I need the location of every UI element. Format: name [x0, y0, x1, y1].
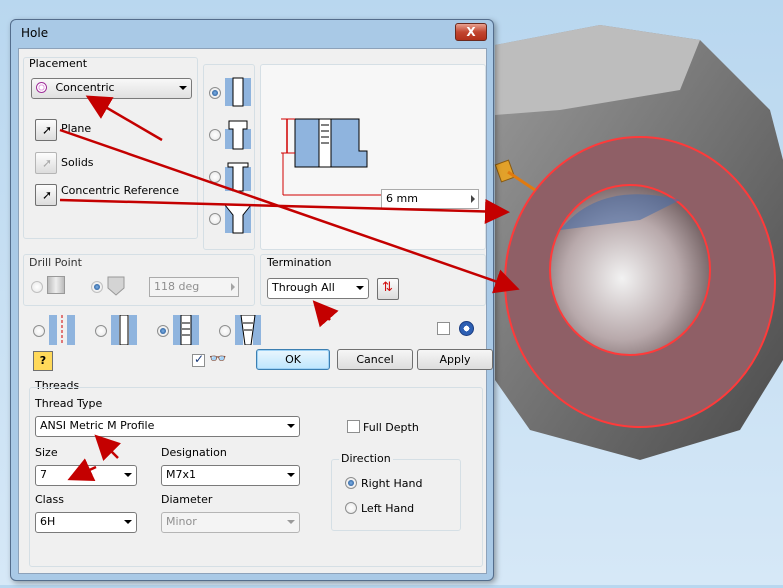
flat-drill-icon — [47, 276, 65, 294]
full-depth-label: Full Depth — [363, 421, 419, 434]
left-hand-radio[interactable] — [345, 502, 357, 514]
plane-select-button[interactable]: ➚ — [35, 119, 57, 141]
taper-tapped-hole-radio[interactable] — [219, 325, 231, 337]
class-label: Class — [35, 493, 64, 506]
chevron-down-icon — [287, 424, 295, 428]
drill-point-label: Drill Point — [29, 256, 82, 269]
diameter-label: Diameter — [161, 493, 213, 506]
left-hand-label: Left Hand — [361, 502, 415, 515]
flat-drill-radio[interactable] — [31, 281, 43, 293]
ok-button[interactable]: OK — [256, 349, 330, 370]
full-depth-checkbox[interactable] — [347, 420, 360, 433]
termination-combo[interactable]: Through All — [267, 278, 369, 299]
size-label: Size — [35, 446, 58, 459]
size-value: 7 — [40, 468, 47, 481]
preview-checkbox[interactable] — [192, 352, 205, 367]
termination-label: Termination — [267, 256, 332, 269]
drilled-radio[interactable] — [209, 87, 221, 99]
chevron-down-icon — [287, 473, 295, 477]
simple-hole-icon — [49, 315, 75, 345]
direction-group — [331, 459, 461, 531]
class-combo[interactable]: 6H — [35, 512, 137, 533]
close-button[interactable]: X — [455, 23, 487, 41]
designation-label: Designation — [161, 446, 227, 459]
dialog-title: Hole — [21, 26, 49, 40]
taper-tapped-hole-icon — [235, 315, 261, 345]
angle-drill-icon — [107, 276, 125, 296]
cursor-arrow-icon: ➚ — [42, 123, 53, 137]
placement-type-value: Concentric — [55, 81, 115, 94]
help-button[interactable]: ? — [33, 351, 53, 371]
chevron-down-icon — [124, 473, 132, 477]
infer-imate-checkbox[interactable] — [437, 322, 450, 335]
cursor-arrow-icon: ➚ — [42, 188, 53, 202]
thread-type-value: ANSI Metric M Profile — [40, 419, 155, 432]
thread-type-combo[interactable]: ANSI Metric M Profile — [35, 416, 300, 437]
concentric-icon — [36, 82, 47, 93]
placement-type-combo[interactable]: Concentric — [31, 78, 192, 99]
right-hand-label: Right Hand — [361, 477, 423, 490]
cursor-arrow-icon: ➚ — [42, 156, 53, 170]
dialog-titlebar[interactable]: Hole X — [11, 20, 493, 48]
chevron-down-icon — [124, 520, 132, 524]
concentric-reference-button[interactable]: ➚ — [35, 184, 57, 206]
depth-input[interactable]: 6 mm — [381, 189, 479, 209]
flip-direction-icon: ⇅ — [382, 280, 393, 295]
thread-type-label: Thread Type — [35, 397, 103, 410]
tapped-hole-icon — [173, 315, 199, 345]
direction-label: Direction — [339, 452, 393, 465]
spotface-hole-icon — [225, 162, 251, 192]
chevron-right-icon — [231, 283, 235, 291]
diameter-value: Minor — [166, 515, 197, 528]
size-combo[interactable]: 7 — [35, 465, 137, 486]
right-hand-radio[interactable] — [345, 477, 357, 489]
cancel-button[interactable]: Cancel — [337, 349, 413, 370]
flip-direction-button[interactable]: ⇅ — [377, 278, 399, 300]
placement-label: Placement — [29, 57, 88, 70]
tapped-hole-radio[interactable] — [157, 325, 169, 337]
diameter-combo[interactable]: Minor — [161, 512, 300, 533]
chevron-down-icon — [179, 86, 187, 90]
clearance-hole-radio[interactable] — [95, 325, 107, 337]
counterbore-radio[interactable] — [209, 129, 221, 141]
glasses-icon: 👓 — [209, 351, 227, 367]
dialog-client: Placement Concentric ➚ Plane ➚ Solids ➚ … — [18, 48, 493, 574]
countersink-radio[interactable] — [209, 213, 221, 225]
chevron-right-icon — [471, 195, 475, 203]
counterbore-hole-icon — [225, 120, 251, 150]
imate-icon — [459, 321, 474, 336]
chevron-down-icon — [356, 286, 364, 290]
concentric-reference-label: Concentric Reference — [61, 184, 179, 197]
drill-angle-input[interactable]: 118 deg — [149, 277, 239, 297]
designation-value: M7x1 — [166, 468, 196, 481]
class-value: 6H — [40, 515, 56, 528]
solids-select-button[interactable]: ➚ — [35, 152, 57, 174]
apply-button[interactable]: Apply — [417, 349, 493, 370]
chevron-down-icon — [287, 520, 295, 524]
designation-combo[interactable]: M7x1 — [161, 465, 300, 486]
hole-section-preview — [281, 118, 381, 196]
depth-value: 6 mm — [386, 192, 418, 205]
plane-label: Plane — [61, 122, 92, 135]
simple-hole-radio[interactable] — [33, 325, 45, 337]
countersink-hole-icon — [225, 204, 251, 234]
angle-drill-radio[interactable] — [91, 281, 103, 293]
solids-label: Solids — [61, 156, 94, 169]
drill-angle-value: 118 deg — [154, 280, 200, 293]
clearance-hole-icon — [111, 315, 137, 345]
spotface-radio[interactable] — [209, 171, 221, 183]
drilled-hole-icon — [225, 77, 251, 107]
termination-value: Through All — [272, 281, 335, 294]
hole-dialog: Hole X Placement Concentric ➚ Plane ➚ So… — [10, 19, 494, 581]
